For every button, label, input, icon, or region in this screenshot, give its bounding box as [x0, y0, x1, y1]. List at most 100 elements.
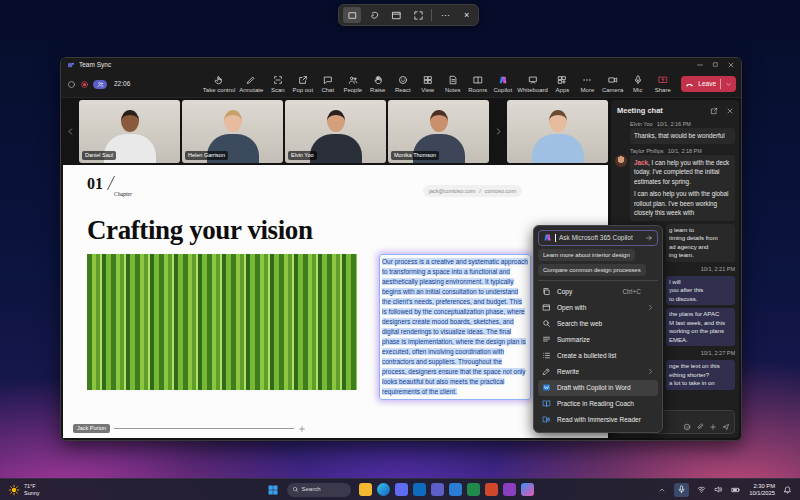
menu-item[interactable]: Draft with Copilot in Word — [538, 380, 658, 396]
send-icon[interactable] — [722, 423, 730, 431]
menu-item[interactable]: Read with Immersive Reader — [538, 412, 658, 428]
toolbar-button[interactable]: Share — [650, 73, 675, 95]
weather-condition: Sunny — [24, 490, 40, 497]
toolbar-button[interactable]: Copilot — [490, 73, 515, 95]
menu-item[interactable]: CopyCtrl+C — [538, 284, 658, 300]
microphone-in-use[interactable] — [674, 483, 689, 497]
powerpoint-icon[interactable] — [485, 483, 498, 496]
taskbar-search[interactable]: Search — [287, 483, 351, 497]
toolbar-button[interactable]: More — [575, 73, 600, 95]
battery-icon[interactable] — [731, 485, 741, 495]
menu-divider — [538, 280, 658, 281]
next-button[interactable] — [491, 100, 505, 163]
toolbar-button[interactable]: Annotate — [237, 73, 265, 95]
snip-mode-button[interactable] — [365, 7, 383, 23]
toolbar-button[interactable]: Notes — [440, 73, 465, 95]
speaker-icon[interactable] — [714, 485, 723, 494]
toolbar-button[interactable]: Chat — [315, 73, 340, 95]
toolbar-label: Pop out — [292, 87, 313, 94]
menu-item[interactable]: Search the web — [538, 316, 658, 332]
participant-name: Daniel Saul — [82, 151, 116, 160]
rewrite-icon — [542, 367, 551, 376]
toolbar-button[interactable]: Rooms — [465, 73, 490, 95]
copilot-prompt[interactable] — [538, 230, 658, 246]
previous-button[interactable] — [63, 100, 77, 163]
participant-tile[interactable]: Elvin Yoo — [285, 100, 386, 163]
participant-tile[interactable]: Helen Garrison — [182, 100, 283, 163]
excel-icon[interactable] — [467, 483, 480, 496]
maximize-icon[interactable] — [712, 61, 719, 68]
status-icon[interactable] — [67, 80, 76, 89]
toolbar-button[interactable]: Whiteboard — [515, 73, 550, 95]
submit-arrow-icon[interactable] — [645, 234, 653, 242]
menu-item[interactable]: Create a bulleted list — [538, 348, 658, 364]
suggestion-chip[interactable]: Learn more about interior design — [538, 249, 635, 261]
emoji-icon[interactable] — [683, 423, 691, 431]
participant-tile[interactable]: Monika Thomson — [388, 100, 489, 163]
minimize-icon[interactable] — [696, 61, 704, 69]
notification-bell-icon[interactable] — [783, 485, 792, 494]
file-explorer-icon[interactable] — [359, 483, 372, 496]
wifi-icon[interactable] — [697, 485, 706, 494]
toolbar-button[interactable]: Scan — [265, 73, 290, 95]
leave-button[interactable]: Leave — [681, 76, 736, 92]
clock[interactable]: 2:30 PM10/1/2025 — [749, 483, 775, 497]
slash-icon — [103, 175, 119, 191]
plus-icon[interactable] — [298, 425, 306, 433]
weather-text: 71°FSunny — [24, 483, 40, 497]
plus-icon[interactable] — [709, 423, 717, 431]
participant-tile[interactable]: Daniel Saul — [79, 100, 180, 163]
people-icon — [348, 75, 358, 85]
menu-item[interactable]: Rewrite — [538, 364, 658, 380]
windows-start-icon[interactable] — [267, 484, 279, 496]
menu-item[interactable]: Open with — [538, 300, 658, 316]
more-button[interactable]: ··· — [436, 7, 455, 23]
participant-tile[interactable] — [507, 100, 608, 163]
website: contoso.com — [485, 187, 516, 195]
edge-icon[interactable] — [377, 483, 390, 496]
weather-widget[interactable]: 71°FSunny — [8, 483, 267, 497]
copilot-icon[interactable] — [521, 483, 534, 496]
outlook-icon[interactable] — [413, 483, 426, 496]
menu-item[interactable]: Summarize — [538, 332, 658, 348]
toolbar-button[interactable]: Mic — [625, 73, 650, 95]
copilot-prompt-input[interactable] — [559, 233, 642, 243]
toolbar-button[interactable]: React — [390, 73, 415, 95]
recording-icon[interactable] — [80, 80, 89, 89]
snip-mode-button[interactable] — [409, 7, 427, 23]
attach-icon[interactable] — [696, 423, 704, 431]
toolbar-button[interactable]: Camera — [600, 73, 625, 95]
toolbar-button[interactable]: People — [340, 73, 365, 95]
store-icon[interactable] — [395, 483, 408, 496]
toolbar-button[interactable]: Apps — [550, 73, 575, 95]
avatar — [615, 155, 627, 167]
participant-shoulders — [532, 134, 584, 163]
chat-message: Taylor Phillips10/1, 2:18 PMJack, I can … — [615, 147, 735, 221]
close-icon[interactable] — [726, 107, 734, 115]
teams-icon[interactable] — [431, 483, 444, 496]
close-icon[interactable] — [727, 61, 735, 69]
toolbar-label: Chat — [321, 87, 334, 94]
toolbar-button[interactable]: Raise — [365, 73, 390, 95]
suggestion-chip[interactable]: Compare common design processes — [538, 264, 646, 276]
mic-icon — [633, 75, 643, 85]
chat-title: Meeting chat — [617, 105, 663, 116]
pop-out-icon[interactable] — [710, 107, 718, 115]
snip-mode-button[interactable] — [387, 7, 405, 23]
time: 2:30 PM — [749, 483, 775, 490]
word-icon[interactable] — [449, 483, 462, 496]
chevron-up-icon[interactable] — [658, 486, 666, 494]
selected-paragraph[interactable]: Our process is a creative and systematic… — [379, 254, 531, 400]
toolbar-button[interactable]: View — [415, 73, 440, 95]
meeting-pill[interactable] — [93, 80, 107, 89]
mention[interactable]: Jack — [634, 159, 648, 166]
people-icon — [97, 81, 104, 88]
close-button[interactable]: × — [459, 7, 474, 23]
toolbar-button[interactable]: Pop out — [290, 73, 315, 95]
slide-content: Our process is a creative and systematic… — [87, 254, 608, 400]
snip-mode-button[interactable] — [343, 7, 361, 23]
chevron-down-icon[interactable] — [725, 81, 732, 88]
toolbar-button[interactable]: Take control — [201, 73, 237, 95]
menu-item[interactable]: Practice in Reading Coach — [538, 396, 658, 412]
onenote-icon[interactable] — [503, 483, 516, 496]
